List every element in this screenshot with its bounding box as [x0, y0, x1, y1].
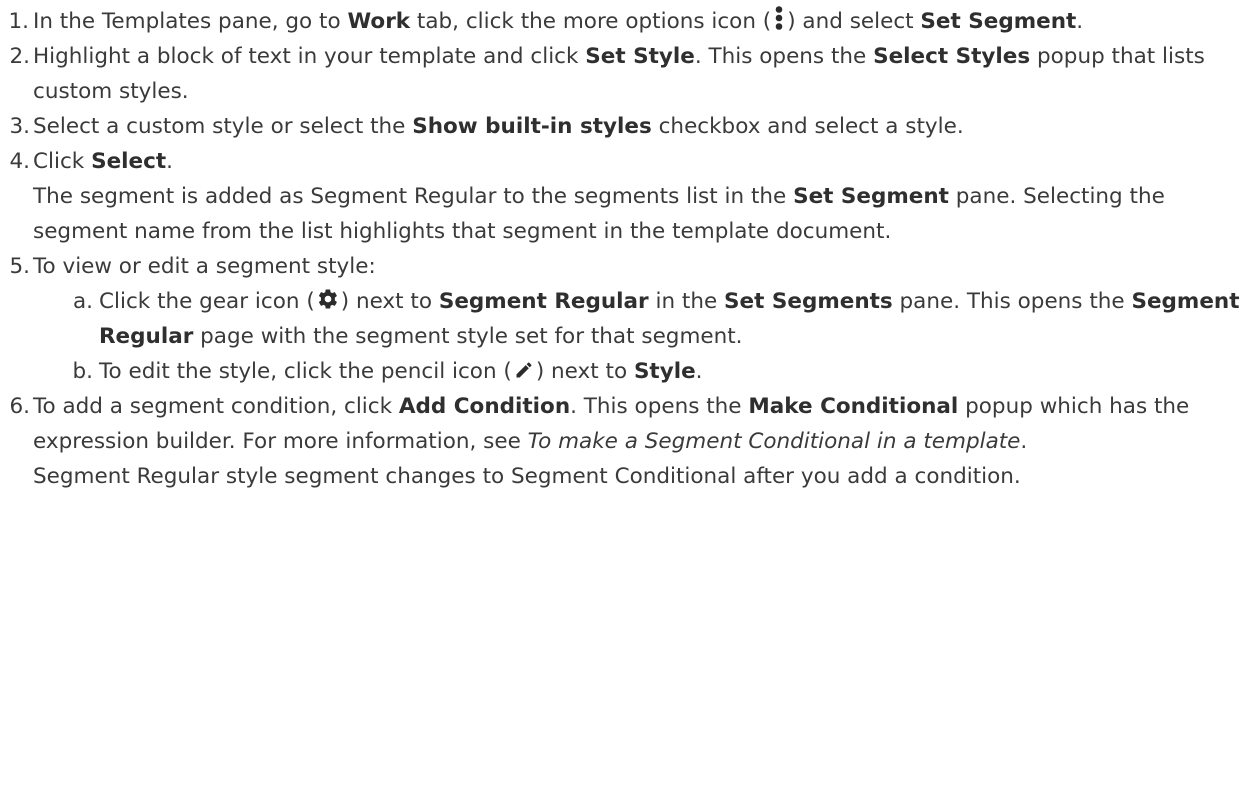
steps-list: 1. In the Templates pane, go to Work tab… [0, 4, 1258, 494]
step-4: 4. Click Select. The segment is added as… [0, 144, 1258, 249]
step-6: 6. To add a segment condition, click Add… [0, 389, 1258, 494]
step-number: 5. [9, 254, 30, 279]
vertical-ellipsis-icon [773, 6, 785, 30]
step-3: 3. Select a custom style or select the S… [0, 109, 1258, 144]
substep-b: b. To edit the style, click the pencil i… [0, 354, 1258, 389]
step-1: 1. In the Templates pane, go to Work tab… [0, 4, 1258, 39]
reference-link[interactable]: To make a Segment Conditional in a templ… [528, 429, 1021, 454]
step-text: Click Select. [33, 149, 173, 174]
step-number: 2. [9, 44, 30, 69]
substep-text: To edit the style, click the pencil icon… [99, 359, 703, 384]
step-text: Select a custom style or select the Show… [33, 114, 964, 139]
instructions-document: 1. In the Templates pane, go to Work tab… [0, 4, 1258, 494]
step-result-text: The segment is added as Segment Regular … [33, 184, 1165, 244]
step-text: In the Templates pane, go to Work tab, c… [33, 6, 1083, 34]
pencil-icon [514, 360, 534, 380]
step-number: 1. [8, 9, 29, 34]
gear-icon [317, 288, 339, 310]
substep-a: a. Click the gear icon () next to Segmen… [0, 284, 1258, 354]
substep-letter: b. [72, 359, 93, 384]
step-number: 6. [9, 394, 30, 419]
step-result-text: Segment Regular style segment changes to… [33, 464, 1021, 489]
substep-text: Click the gear icon () next to Segment R… [99, 289, 1240, 349]
step-text: Highlight a block of text in your templa… [33, 44, 1205, 104]
substep-letter: a. [72, 289, 93, 314]
step-number: 3. [9, 114, 30, 139]
step-5: 5. To view or edit a segment style: [0, 249, 1258, 284]
step-text: To view or edit a segment style: [33, 254, 376, 279]
step-2: 2. Highlight a block of text in your tem… [0, 39, 1258, 109]
step-text: To add a segment condition, click Add Co… [33, 394, 1190, 454]
step-number: 4. [9, 149, 30, 174]
